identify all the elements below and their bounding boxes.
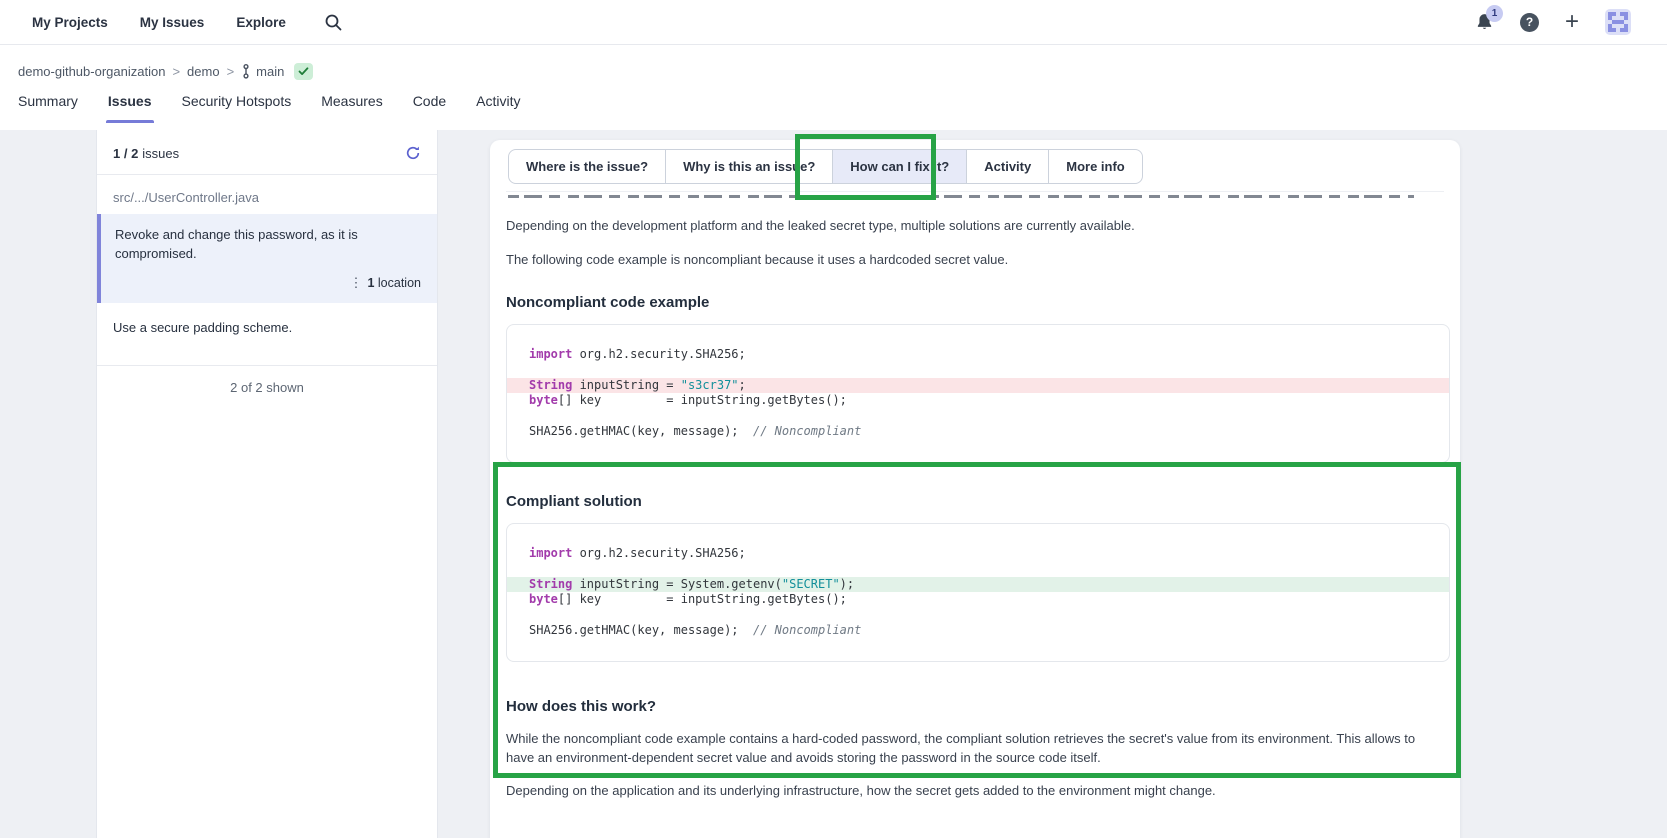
rule-tab-where-is-the-issue[interactable]: Where is the issue? (509, 150, 666, 183)
compliant-solution-heading: Compliant solution (506, 493, 1444, 510)
plus-icon[interactable]: + (1565, 10, 1579, 34)
code-line: String inputString = "s3cr37"; (507, 378, 1449, 394)
tab-code[interactable]: Code (413, 93, 446, 123)
branch-name: main (256, 64, 284, 79)
code-line: byte[] key = inputString.getBytes(); (507, 393, 1449, 409)
compliant-code-block: import org.h2.security.SHA256; String in… (506, 523, 1450, 662)
rule-tab-how-can-i-fix-it[interactable]: How can I fix it? (833, 150, 967, 183)
rule-tabs-header: Where is the issue? Why is this an issue… (506, 140, 1444, 192)
breadcrumb-project-link[interactable]: demo (187, 64, 220, 79)
git-branch-icon (241, 64, 251, 79)
issues-counter-row: 1 / 2 issues (97, 130, 437, 175)
breadcrumb-separator: > (172, 64, 180, 79)
locations-count: 1 (367, 276, 374, 290)
how-does-this-work-heading: How does this work? (506, 698, 1444, 715)
project-tab-bar: Summary Issues Security Hotspots Measure… (18, 93, 521, 123)
code-line (507, 362, 1449, 378)
breadcrumb-separator: > (227, 64, 235, 79)
code-line: import org.h2.security.SHA256; (507, 546, 1449, 562)
rule-tab-why-is-this-an-issue[interactable]: Why is this an issue? (666, 150, 833, 183)
nav-explore[interactable]: Explore (236, 15, 286, 30)
locations-dots-icon: ⋮ (349, 275, 362, 290)
notification-count-badge: 1 (1486, 5, 1503, 22)
issue-file-path: src/.../UserController.java (97, 175, 437, 214)
issues-sidebar: 1 / 2 issues src/.../UserController.java… (96, 130, 438, 838)
rule-tab-group: Where is the issue? Why is this an issue… (508, 149, 1143, 184)
rule-tab-activity[interactable]: Activity (967, 150, 1049, 183)
issues-shown-footer: 2 of 2 shown (97, 366, 437, 409)
nav-my-projects[interactable]: My Projects (32, 15, 108, 30)
noncompliant-code-heading: Noncompliant code example (506, 294, 1444, 311)
code-line (507, 409, 1449, 425)
refresh-icon[interactable] (405, 145, 421, 161)
tab-security-hotspots[interactable]: Security Hotspots (182, 93, 292, 123)
branch-selector[interactable]: main (241, 64, 284, 79)
user-avatar[interactable] (1605, 9, 1631, 35)
issue-detail-panel: Where is the issue? Why is this an issue… (490, 140, 1460, 838)
rule-tab-more-info[interactable]: More info (1049, 150, 1142, 183)
nav-my-issues[interactable]: My Issues (140, 15, 205, 30)
tab-summary[interactable]: Summary (18, 93, 78, 123)
help-icon[interactable]: ? (1520, 13, 1539, 32)
code-line: SHA256.getHMAC(key, message); // Noncomp… (507, 424, 1449, 440)
breadcrumb-org-link[interactable]: demo-github-organization (18, 64, 165, 79)
tab-measures[interactable]: Measures (321, 93, 382, 123)
how-paragraph-1: While the noncompliant code example cont… (506, 730, 1444, 768)
project-header: demo-github-organization > demo > main S… (0, 45, 1667, 130)
clipped-text-line (508, 195, 1414, 202)
check-icon (298, 67, 309, 76)
locations-label: location (378, 276, 421, 290)
code-line: SHA256.getHMAC(key, message); // Noncomp… (507, 623, 1449, 639)
topnav-right-group: 1 ? + (1475, 9, 1631, 35)
active-tab-underline (106, 120, 154, 123)
issue-locations-row[interactable]: ⋮ 1 location (115, 274, 421, 293)
issue-item[interactable]: Use a secure padding scheme. (97, 303, 437, 366)
noncompliant-intro-paragraph: The following code example is noncomplia… (506, 251, 1444, 270)
noncompliant-code-block: import org.h2.security.SHA256; String in… (506, 324, 1450, 463)
how-paragraph-2: Depending on the application and its und… (506, 782, 1444, 801)
notifications-bell-icon[interactable]: 1 (1475, 12, 1494, 32)
top-navigation: My Projects My Issues Explore 1 ? + (0, 0, 1667, 45)
code-line (507, 608, 1449, 624)
code-line: String inputString = System.getenv("SECR… (507, 577, 1449, 593)
code-line: byte[] key = inputString.getBytes(); (507, 592, 1449, 608)
quality-gate-passed-badge (294, 63, 313, 80)
issue-message: Revoke and change this password, as it i… (115, 226, 421, 264)
tab-issues[interactable]: Issues (108, 93, 152, 123)
search-icon[interactable] (324, 13, 343, 32)
breadcrumb: demo-github-organization > demo > main (18, 63, 313, 80)
code-line (507, 561, 1449, 577)
intro-paragraph: Depending on the development platform an… (506, 217, 1444, 236)
issues-counter: 1 / 2 (113, 146, 138, 161)
issue-item-selected[interactable]: Revoke and change this password, as it i… (97, 214, 437, 303)
tab-activity[interactable]: Activity (476, 93, 520, 123)
issues-counter-label: issues (142, 146, 179, 161)
code-line: import org.h2.security.SHA256; (507, 347, 1449, 363)
